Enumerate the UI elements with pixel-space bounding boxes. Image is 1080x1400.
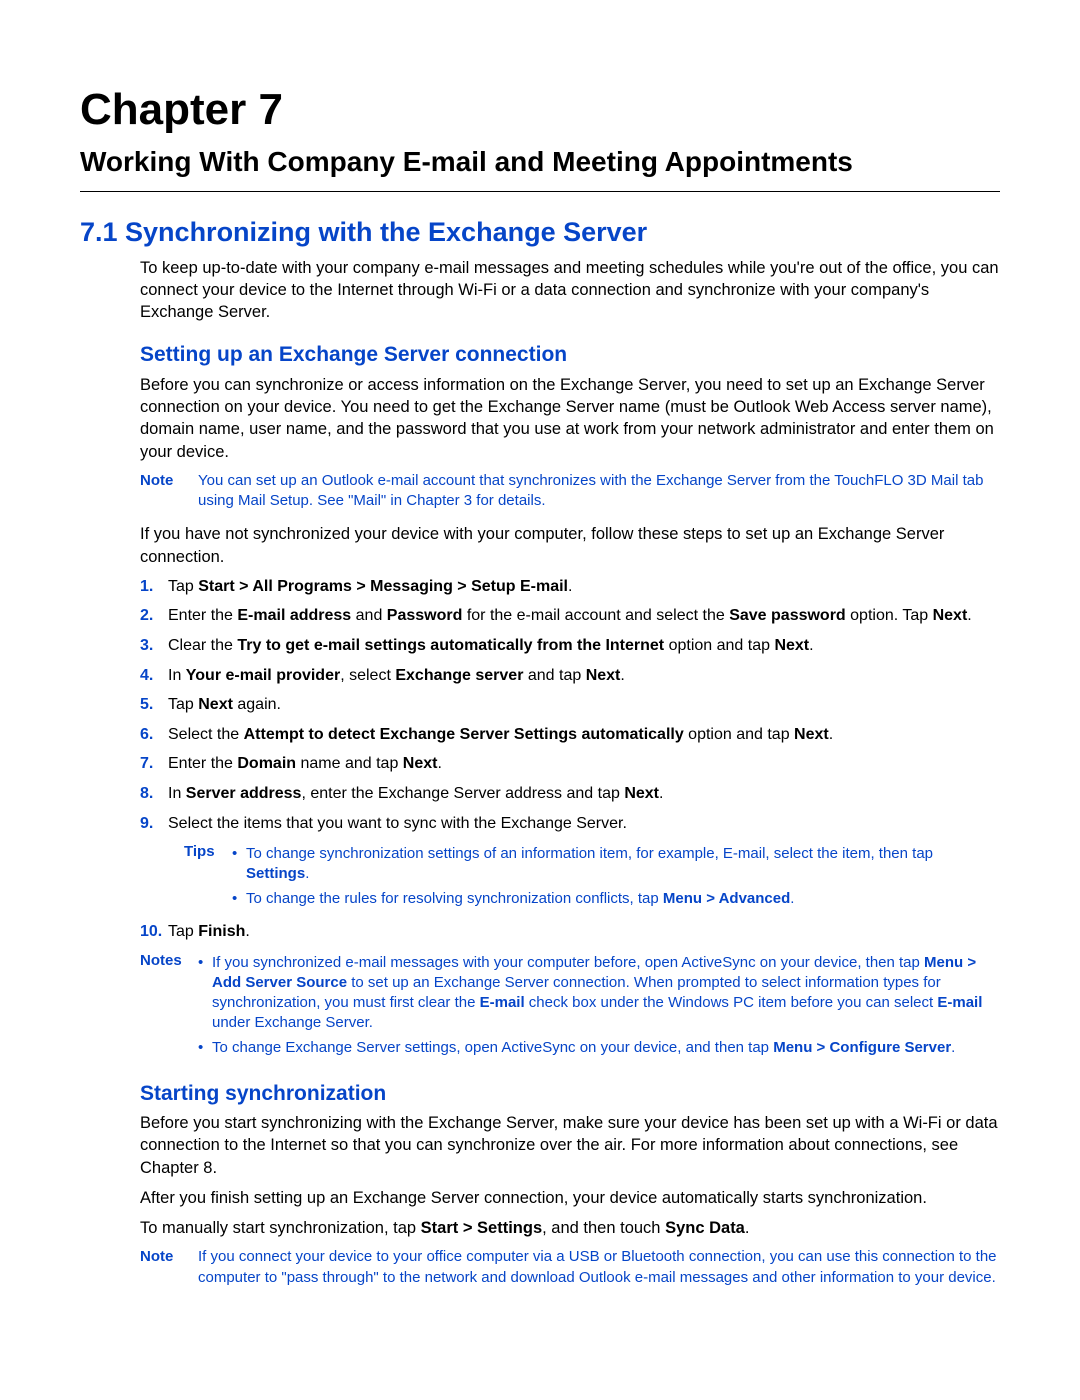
subsection-setup-heading: Setting up an Exchange Server connection: [140, 341, 1000, 369]
tips-label: Tips: [184, 842, 232, 913]
steps-list: Tap Start > All Programs > Messaging > S…: [140, 576, 1000, 834]
step-5: Tap Next again.: [140, 694, 1000, 716]
tips-block: Tips To change synchronization settings …: [184, 842, 1000, 913]
note-block-2: Note If you connect your device to your …: [140, 1247, 1000, 1292]
tips-body: To change synchronization settings of an…: [232, 842, 1000, 913]
tip-2: To change the rules for resolving synchr…: [232, 889, 1000, 909]
subsection-start-heading: Starting synchronization: [140, 1080, 1000, 1108]
step-4: In Your e-mail provider, select Exchange…: [140, 665, 1000, 687]
start-paragraph-3: To manually start synchronization, tap S…: [140, 1217, 1000, 1239]
section-7-1-heading: 7.1 Synchronizing with the Exchange Serv…: [80, 214, 1000, 250]
notes-item-2: To change Exchange Server settings, open…: [198, 1038, 1000, 1058]
start-paragraph-1: Before you start synchronizing with the …: [140, 1112, 1000, 1179]
start-paragraph-2: After you finish setting up an Exchange …: [140, 1187, 1000, 1209]
divider: [80, 191, 1000, 192]
step-2: Enter the E-mail address and Password fo…: [140, 605, 1000, 627]
notes-item-1: If you synchronized e-mail messages with…: [198, 953, 1000, 1034]
note-body: If you connect your device to your offic…: [198, 1247, 1000, 1292]
step-6: Select the Attempt to detect Exchange Se…: [140, 724, 1000, 746]
step-3: Clear the Try to get e-mail settings aut…: [140, 635, 1000, 657]
step-10: 10. Tap Finish.: [140, 921, 1000, 943]
chapter-title: Chapter 7: [80, 80, 1000, 139]
section-intro: To keep up-to-date with your company e-m…: [140, 257, 1000, 324]
chapter-subtitle: Working With Company E-mail and Meeting …: [80, 143, 1000, 181]
note-label: Note: [140, 471, 198, 516]
note-block: Note You can set up an Outlook e-mail ac…: [140, 471, 1000, 516]
step-8: In Server address, enter the Exchange Se…: [140, 783, 1000, 805]
step-1: Tap Start > All Programs > Messaging > S…: [140, 576, 1000, 598]
step-9: Select the items that you want to sync w…: [140, 813, 1000, 835]
note-body: You can set up an Outlook e-mail account…: [198, 471, 1000, 516]
tip-1: To change synchronization settings of an…: [232, 844, 1000, 885]
setup-paragraph-2: If you have not synchronized your device…: [140, 523, 1000, 568]
setup-paragraph-1: Before you can synchronize or access inf…: [140, 374, 1000, 463]
notes-body: If you synchronized e-mail messages with…: [198, 951, 1000, 1062]
notes-label: Notes: [140, 951, 198, 1062]
notes-block: Notes If you synchronized e-mail message…: [140, 951, 1000, 1062]
step-7: Enter the Domain name and tap Next.: [140, 753, 1000, 775]
note-label: Note: [140, 1247, 198, 1292]
